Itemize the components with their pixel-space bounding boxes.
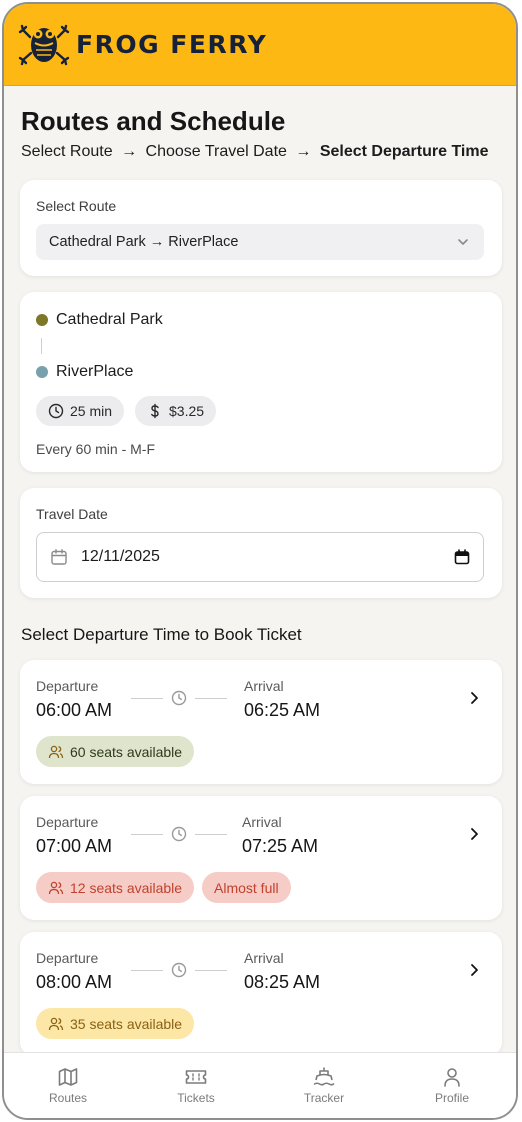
origin-stop: Cathedral Park: [36, 311, 163, 329]
arrival-label: Arrival: [244, 950, 284, 966]
arrival-label: Arrival: [244, 678, 284, 694]
route-select-label: Select Route: [36, 198, 117, 214]
destination-stop: RiverPlace: [36, 363, 133, 381]
main-content: Routes and Schedule Select Route → Choos…: [4, 86, 516, 1052]
destination-dot: [36, 366, 48, 378]
seats-text: 35 seats available: [70, 1015, 183, 1032]
arrival-time: 07:25 AM: [242, 836, 319, 856]
price-chip: $3.25: [135, 396, 217, 426]
arrival-label: Arrival: [242, 814, 282, 830]
origin-name: Cathedral Park: [56, 311, 163, 328]
chevron-right-icon[interactable]: [466, 690, 482, 706]
timeline-dash: [195, 970, 227, 971]
bottom-nav: Routes Tickets Tracker Profile: [4, 1052, 516, 1118]
app-header: FROG FERRY: [4, 4, 516, 86]
duration-value: 25 min: [70, 403, 113, 419]
app-frame: FROG FERRY Routes and Schedule Select Ro…: [2, 2, 518, 1120]
users-icon: [48, 745, 64, 758]
nav-item-tickets[interactable]: Tickets: [132, 1053, 260, 1118]
breadcrumb-step-date: Choose Travel Date: [145, 143, 287, 160]
dollar-icon: [151, 403, 159, 419]
user-icon: [444, 1068, 460, 1087]
route-select-value: Cathedral Park → RiverPlace: [49, 234, 239, 250]
calendar-icon: [51, 549, 67, 565]
users-icon: [48, 881, 64, 894]
route-info-card: Cathedral Park RiverPlace 25 min $3.25 E…: [20, 292, 502, 472]
chevron-down-icon: [458, 239, 468, 245]
seats-badge: 12 seats available: [36, 872, 195, 903]
breadcrumb: Select Route → Choose Travel Date → Sele…: [21, 143, 489, 161]
travel-date-value: 12/11/2025: [81, 548, 160, 565]
ticket-icon: [185, 1070, 207, 1084]
calendar-picker-icon[interactable]: [454, 549, 470, 565]
breadcrumb-step-time: Select Departure Time: [319, 143, 489, 160]
clock-icon: [171, 962, 187, 978]
seats-badge: 60 seats available: [36, 736, 195, 767]
departure-label: Departure: [36, 814, 99, 830]
travel-date-label: Travel Date: [36, 506, 108, 522]
departure-time: 08:00 AM: [36, 972, 113, 992]
timeline-dash: [195, 698, 227, 699]
departure-label: Departure: [36, 950, 99, 966]
seats-text: 60 seats available: [70, 743, 183, 760]
timeline-dash: [131, 834, 163, 835]
almost-full-badge: Almost full: [202, 872, 291, 903]
breadcrumb-step-route: Select Route: [21, 143, 113, 160]
nav-item-tracker[interactable]: Tracker: [260, 1053, 388, 1118]
departure-label: Departure: [36, 678, 99, 694]
map-icon: [58, 1068, 78, 1086]
duration-chip: 25 min: [36, 396, 125, 426]
clock-icon: [48, 403, 64, 419]
route-select-dropdown[interactable]: Cathedral Park → RiverPlace: [36, 224, 484, 260]
clock-icon: [171, 690, 187, 706]
destination-name: RiverPlace: [56, 363, 134, 380]
page-title: Routes and Schedule: [21, 106, 286, 136]
arrival-time: 06:25 AM: [244, 700, 321, 720]
brand-name: FROG FERRY: [76, 30, 268, 59]
users-icon: [48, 1017, 64, 1030]
timeline-dash: [131, 970, 163, 971]
departure-card[interactable]: Departure 08:00 AM Arrival 08:25 AM 35 s…: [20, 932, 502, 1052]
ship-icon: [313, 1067, 335, 1086]
arrival-time: 08:25 AM: [244, 972, 321, 992]
departures-section-title: Select Departure Time to Book Ticket: [21, 625, 302, 644]
nav-label-tickets: Tickets: [177, 1091, 215, 1105]
departure-time: 06:00 AM: [36, 700, 113, 720]
seats-badge: 35 seats available: [36, 1008, 195, 1039]
timeline-dash: [131, 698, 163, 699]
origin-dot: [36, 314, 48, 326]
nav-label-routes: Routes: [48, 1091, 88, 1105]
breadcrumb-separator: →: [295, 143, 312, 160]
departure-time: 07:00 AM: [36, 836, 113, 856]
clock-icon: [171, 826, 187, 842]
departure-card[interactable]: Departure 06:00 AM Arrival 06:25 AM 60 s…: [20, 660, 502, 784]
frequency-text: Every 60 min - M-F: [36, 441, 156, 457]
nav-item-profile[interactable]: Profile: [388, 1053, 516, 1118]
nav-label-tracker: Tracker: [303, 1091, 345, 1105]
timeline-dash: [195, 834, 227, 835]
chevron-right-icon[interactable]: [466, 826, 482, 842]
price-value: $3.25: [169, 403, 205, 419]
seats-text: 12 seats available: [70, 879, 183, 896]
route-connector: [41, 338, 42, 354]
route-select-card: Select Route Cathedral Park → RiverPlace: [20, 180, 502, 276]
frog-logo-icon: [18, 24, 70, 65]
travel-date-input[interactable]: 12/11/2025: [36, 532, 484, 582]
departure-card[interactable]: Departure 07:00 AM Arrival 07:25 AM 12 s…: [20, 796, 502, 920]
nav-item-routes[interactable]: Routes: [4, 1053, 132, 1118]
nav-label-profile: Profile: [434, 1091, 469, 1105]
travel-date-card: Travel Date 12/11/2025: [20, 488, 502, 598]
breadcrumb-separator: →: [121, 143, 138, 160]
chevron-right-icon[interactable]: [466, 962, 482, 978]
almost-full-text: Almost full: [214, 879, 279, 896]
